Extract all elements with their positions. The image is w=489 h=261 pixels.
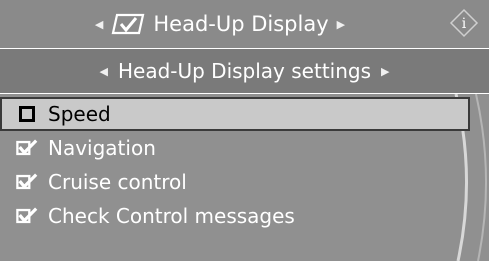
checkbox-checked-icon[interactable]: [16, 137, 38, 159]
info-icon[interactable]: i: [449, 8, 479, 38]
settings-list: Speed Navigation Cruise control Check Co…: [0, 94, 489, 261]
list-item-cruise-control[interactable]: Cruise control: [0, 165, 470, 199]
list-item-label: Cruise control: [48, 170, 187, 194]
list-item-speed[interactable]: Speed: [0, 97, 470, 131]
subheader-left-arrow-icon[interactable]: ◀: [100, 66, 108, 77]
list-item-check-control-messages[interactable]: Check Control messages: [0, 199, 470, 233]
list-item-navigation[interactable]: Navigation: [0, 131, 470, 165]
list-item-label: Navigation: [48, 136, 156, 160]
idrive-screen: ◀ Head-Up Display ▶ i ◀ Head-Up Display …: [0, 0, 489, 261]
list-item-label: Speed: [48, 102, 111, 126]
header-title: Head-Up Display: [153, 12, 329, 36]
subheader-title: Head-Up Display settings: [117, 59, 372, 83]
hud-icon: [111, 12, 145, 36]
menu-header: ◀ Head-Up Display ▶ i: [0, 0, 489, 48]
submenu-header: ◀ Head-Up Display settings ▶: [0, 49, 489, 93]
header-title-bar: ◀ Head-Up Display ▶: [0, 0, 440, 48]
list-item-label: Check Control messages: [48, 204, 295, 228]
left-arrow-icon[interactable]: ◀: [95, 19, 103, 30]
subheader-right-arrow-icon[interactable]: ▶: [381, 66, 389, 77]
checkbox-checked-icon[interactable]: [16, 171, 38, 193]
checkbox-checked-icon[interactable]: [16, 205, 38, 227]
svg-text:i: i: [462, 16, 467, 32]
checkbox-unchecked-icon[interactable]: [16, 103, 38, 125]
right-arrow-icon[interactable]: ▶: [337, 19, 345, 30]
